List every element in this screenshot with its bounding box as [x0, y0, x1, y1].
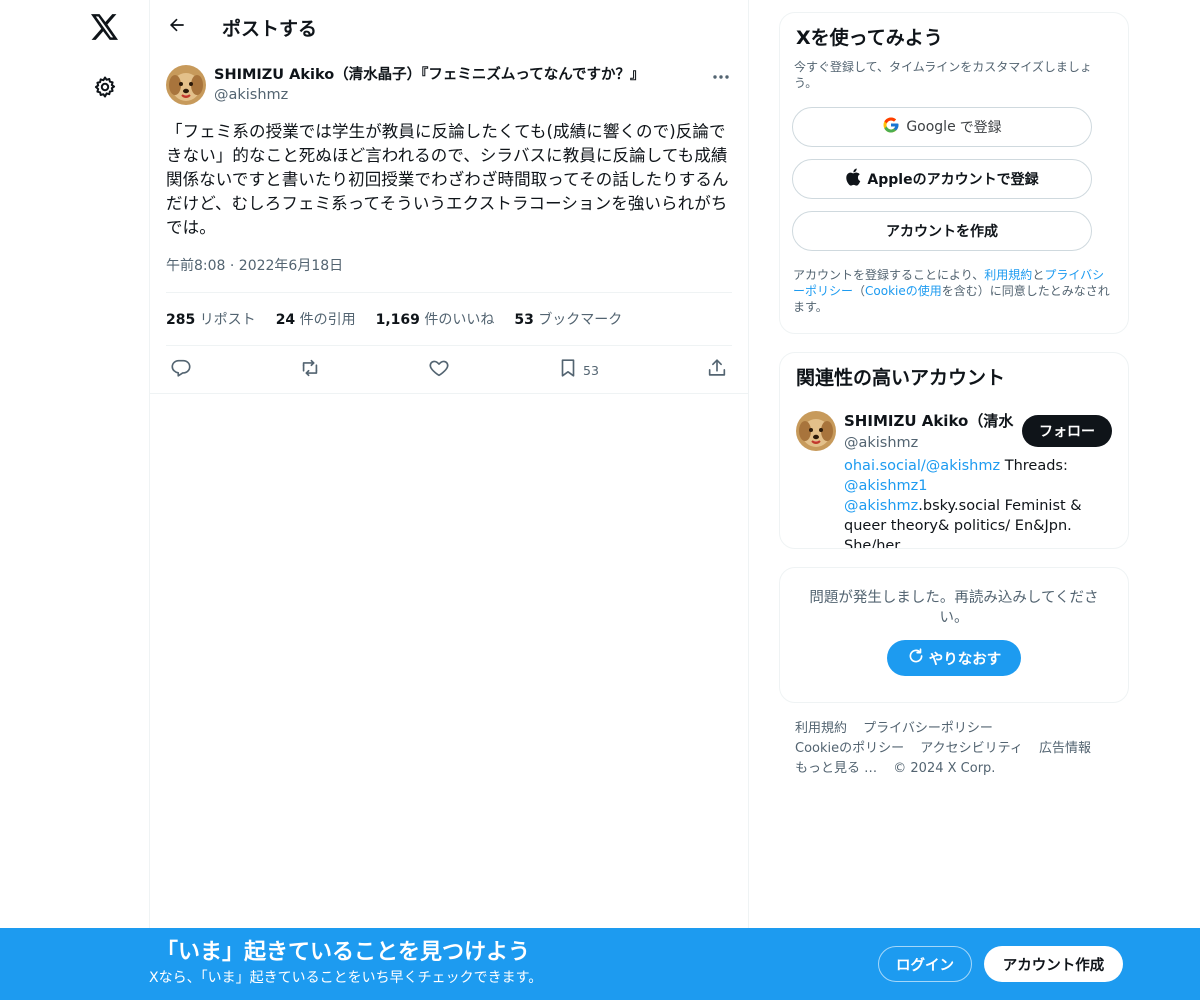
avatar[interactable] — [796, 411, 836, 451]
post-stats: 285 リポスト 24 件の引用 1,169 件のいいね 53 ブックマーク — [166, 293, 732, 345]
login-button[interactable]: ログイン — [878, 946, 972, 982]
share-icon — [706, 357, 728, 383]
more-icon — [712, 65, 730, 84]
x-logo-icon[interactable] — [88, 10, 122, 44]
apple-icon — [845, 168, 861, 190]
related-name[interactable]: SHIMIZU Akiko（清水晶子）『フェミニズムってなんですか？』 — [844, 411, 1014, 431]
error-card: 問題が発生しました。再読み込みしてください。 やりなおす — [779, 567, 1129, 703]
signup-button[interactable]: アカウント作成 — [984, 946, 1123, 982]
post: SHIMIZU Akiko（清水晶子）『フェミニズムってなんですか？』 @aki… — [150, 54, 748, 394]
create-account-label: アカウントを作成 — [886, 224, 998, 240]
reply-icon — [170, 357, 192, 383]
author-handle[interactable]: @akishmz — [214, 85, 710, 105]
follow-button[interactable]: フォロー — [1022, 415, 1112, 447]
top-bar: ポストする — [150, 0, 748, 54]
footer-link[interactable]: もっと見る … — [795, 761, 877, 776]
legal-notice: アカウントを登録することにより、利用規約とプライバシーポリシー（Cookieの使… — [793, 268, 1110, 314]
bookmark-button[interactable]: 53 — [557, 352, 599, 388]
signup-card: Xを使ってみよう 今すぐ登録して、タイムラインをカスタマイズしましょう。 Goo… — [779, 12, 1129, 334]
signup-title: Xを使ってみよう — [796, 27, 943, 49]
retry-button[interactable]: やりなおす — [887, 640, 1021, 676]
bookmark-icon — [557, 357, 579, 383]
post-actions: 53 — [166, 346, 732, 394]
footer: 利用規約 プライバシーポリシー Cookieのポリシー アクセシビリティ 広告情… — [779, 719, 1129, 779]
related-account[interactable]: SHIMIZU Akiko（清水晶子）『フェミニズムってなんですか？』 @aki… — [796, 411, 1112, 549]
stat-likes[interactable]: 1,169 件のいいね — [376, 309, 495, 329]
footer-link[interactable]: アクセシビリティ — [920, 741, 1023, 756]
create-account-button[interactable]: アカウントを作成 — [792, 211, 1092, 251]
post-timestamp[interactable]: 午前8:08 · 2022年6月18日 — [166, 256, 732, 276]
refresh-icon — [907, 647, 929, 669]
bottom-signup-bar: 「いま」起きていることを見つけよう Xなら、「いま」起きていることをいち早くチェ… — [0, 928, 1200, 1000]
bio-mention[interactable]: @akishmz1 — [844, 478, 928, 494]
author-text: SHIMIZU Akiko（清水晶子）『フェミニズムってなんですか？』 @aki… — [214, 64, 710, 105]
google-brand-label: Google — [906, 119, 956, 135]
stat-quotes[interactable]: 24 件の引用 — [276, 309, 356, 329]
stat-bookmarks[interactable]: 53 ブックマーク — [514, 309, 622, 329]
related-bio: ohai.social/@akishmz Threads: @akishmz1 … — [844, 458, 1082, 549]
bookmark-count: 53 — [583, 362, 599, 378]
bio-link[interactable]: ohai.social/@akishmz — [844, 458, 1000, 474]
copyright: © 2024 X Corp. — [893, 761, 996, 776]
back-button[interactable] — [150, 0, 204, 54]
footer-link[interactable]: プライバシーポリシー — [863, 721, 993, 736]
apple-signup-label: Appleのアカウントで登録 — [867, 172, 1039, 188]
heart-icon — [428, 357, 450, 383]
signup-subtitle: 今すぐ登録して、タイムラインをカスタマイズしましょう。 — [794, 60, 1092, 90]
divider — [150, 393, 749, 394]
footer-link[interactable]: 広告情報 — [1039, 741, 1091, 756]
more-options-button[interactable] — [710, 64, 732, 84]
page-title: ポストする — [222, 17, 318, 40]
apple-signup-button[interactable]: Appleのアカウントで登録 — [792, 159, 1092, 199]
left-nav — [0, 0, 150, 1000]
related-title: 関連性の高いアカウント — [796, 367, 1006, 389]
retry-label: やりなおす — [928, 651, 1002, 668]
stat-reposts[interactable]: 285 リポスト — [166, 309, 256, 329]
bio-mention[interactable]: @akishmz — [844, 498, 918, 514]
avatar[interactable] — [166, 65, 206, 105]
bottom-bar-title: 「いま」起きていることを見つけよう — [156, 940, 531, 965]
post-text: 「フェミ系の授業では学生が教員に反論したくても(成績に響くので)反論できない」的… — [166, 122, 729, 237]
google-signup-label: で登録 — [959, 120, 1002, 136]
bottom-bar-subtitle: Xなら、「いま」起きていることをいち早くチェックできます。 — [149, 970, 543, 986]
cookie-link[interactable]: Cookieの使用 — [865, 284, 942, 298]
footer-link[interactable]: 利用規約 — [795, 721, 847, 736]
right-sidebar: Xを使ってみよう 今すぐ登録して、タイムラインをカスタマイズしましょう。 Goo… — [779, 0, 1129, 779]
google-signup-button[interactable]: Google で登録 — [792, 107, 1092, 147]
like-button[interactable] — [428, 352, 450, 388]
repost-button[interactable] — [299, 352, 321, 388]
main-column: ポストする SHIMIZU Akiko（清水晶子）『フェミニズムってなんですか？… — [150, 0, 749, 1000]
footer-link[interactable]: Cookieのポリシー — [795, 741, 904, 756]
terms-link[interactable]: 利用規約 — [984, 268, 1032, 282]
share-button[interactable] — [706, 352, 728, 388]
google-icon — [882, 116, 900, 138]
post-author-row: SHIMIZU Akiko（清水晶子）『フェミニズムってなんですか？』 @aki… — [166, 64, 732, 110]
gear-icon[interactable] — [90, 72, 120, 102]
reply-button[interactable] — [170, 352, 192, 388]
related-accounts-card: 関連性の高いアカウント SHIMIZU Akiko（清水晶子）『フェミニズムって… — [779, 352, 1129, 549]
repost-icon — [299, 357, 321, 383]
error-message: 問題が発生しました。再読み込みしてください。 — [809, 590, 1099, 626]
author-name[interactable]: SHIMIZU Akiko（清水晶子）『フェミニズムってなんですか？』 — [214, 65, 710, 85]
arrow-left-icon — [167, 15, 187, 39]
